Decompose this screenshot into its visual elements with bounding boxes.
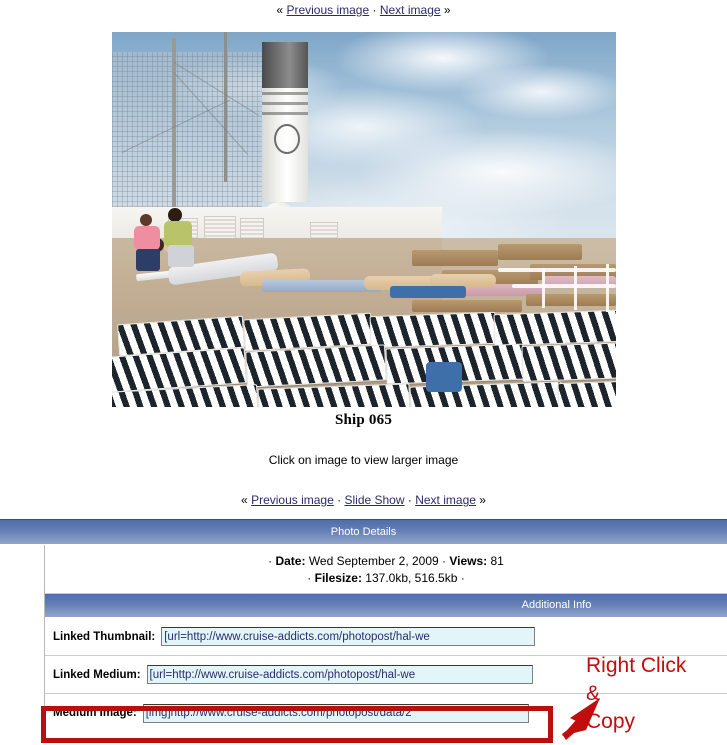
funnel-logo (273, 124, 300, 154)
standing-person-torso (163, 221, 192, 247)
photo-image[interactable] (111, 32, 616, 407)
ship-railing-post (573, 266, 577, 310)
standing-person-torso (133, 226, 160, 250)
photo-details-body: · Date: Wed September 2, 2009 · Views: 8… (0, 545, 727, 732)
ship-railing-post (605, 264, 609, 312)
towel (425, 362, 462, 392)
previous-image-link-bottom[interactable]: Previous image (251, 493, 334, 507)
medium-image-label: Medium Image: (53, 707, 137, 719)
bottom-navigation: « Previous image · Slide Show · Next ima… (0, 493, 727, 507)
deck-lounger (256, 383, 411, 407)
funnel-ring (261, 102, 308, 105)
deck-lounger (492, 309, 616, 347)
nav-separator: · (337, 493, 342, 507)
slideshow-link[interactable]: Slide Show (344, 493, 404, 507)
nav-separator: · (372, 3, 377, 17)
linked-medium-input[interactable] (146, 665, 533, 684)
medium-image-input[interactable] (142, 703, 529, 723)
towel (389, 286, 466, 298)
funnel-ring (261, 112, 308, 115)
mast-pole (223, 32, 227, 182)
ship-railing (497, 268, 616, 272)
deck-lounger (244, 344, 387, 388)
additional-info-header: Additional Info (45, 594, 727, 618)
filesize-value: 137.0kb, 516.5kb · (361, 571, 465, 585)
photo-canvas (111, 32, 616, 407)
filesize-label: Filesize: (314, 571, 362, 585)
deck-lounger (411, 300, 522, 312)
linked-medium-row: Linked Medium: (45, 656, 727, 694)
photo-title: Ship 065 (334, 412, 393, 428)
left-guillemet: « (241, 493, 248, 507)
right-guillemet: » (443, 3, 451, 17)
ship-railing-post (541, 268, 545, 308)
photo-meta: · Date: Wed September 2, 2009 · Views: 8… (45, 545, 727, 594)
standing-person-legs (167, 245, 194, 267)
linked-medium-label: Linked Medium: (53, 668, 141, 681)
linked-thumbnail-row: Linked Thumbnail: (45, 618, 727, 656)
views-value: 81 (487, 554, 504, 568)
previous-image-link-top[interactable]: Previous image (286, 3, 369, 17)
ship-railing (511, 284, 616, 288)
date-value: Wed September 2, 2009 (305, 554, 443, 568)
left-guillemet: « (276, 3, 284, 17)
standing-person-head (167, 208, 182, 222)
deck-lounger (520, 342, 616, 382)
additional-info-label: Additional Info (521, 599, 592, 611)
deck-lounger (411, 250, 498, 266)
standing-person-head (139, 214, 152, 226)
funnel-top (261, 42, 308, 88)
meta-bullet: · (307, 571, 315, 585)
photo-details-panel: Photo Details · Date: Wed September 2, 2… (0, 519, 727, 732)
next-image-link-top[interactable]: Next image (380, 3, 441, 17)
deck-lounger (525, 294, 616, 306)
photo-details-table: · Date: Wed September 2, 2009 · Views: 8… (44, 545, 727, 732)
linked-thumbnail-input[interactable] (161, 627, 536, 646)
photo-details-header: Photo Details (0, 519, 727, 545)
deck-lounger (556, 380, 616, 407)
views-label: Views: (449, 554, 488, 568)
photo-hint: Click on image to view larger image (268, 453, 459, 467)
deck-lounger (497, 244, 582, 260)
top-navigation: « Previous image · Next image » (0, 0, 727, 20)
deck-lounger (368, 311, 497, 349)
nav-separator: · (407, 493, 412, 507)
medium-image-row: Medium Image: (45, 694, 727, 732)
right-guillemet: » (479, 493, 486, 507)
next-image-link-bottom[interactable]: Next image (415, 493, 476, 507)
date-label: Date: (275, 554, 306, 568)
funnel-ring (261, 92, 308, 95)
standing-person-legs (135, 249, 160, 271)
linked-thumbnail-label: Linked Thumbnail: (53, 630, 156, 643)
